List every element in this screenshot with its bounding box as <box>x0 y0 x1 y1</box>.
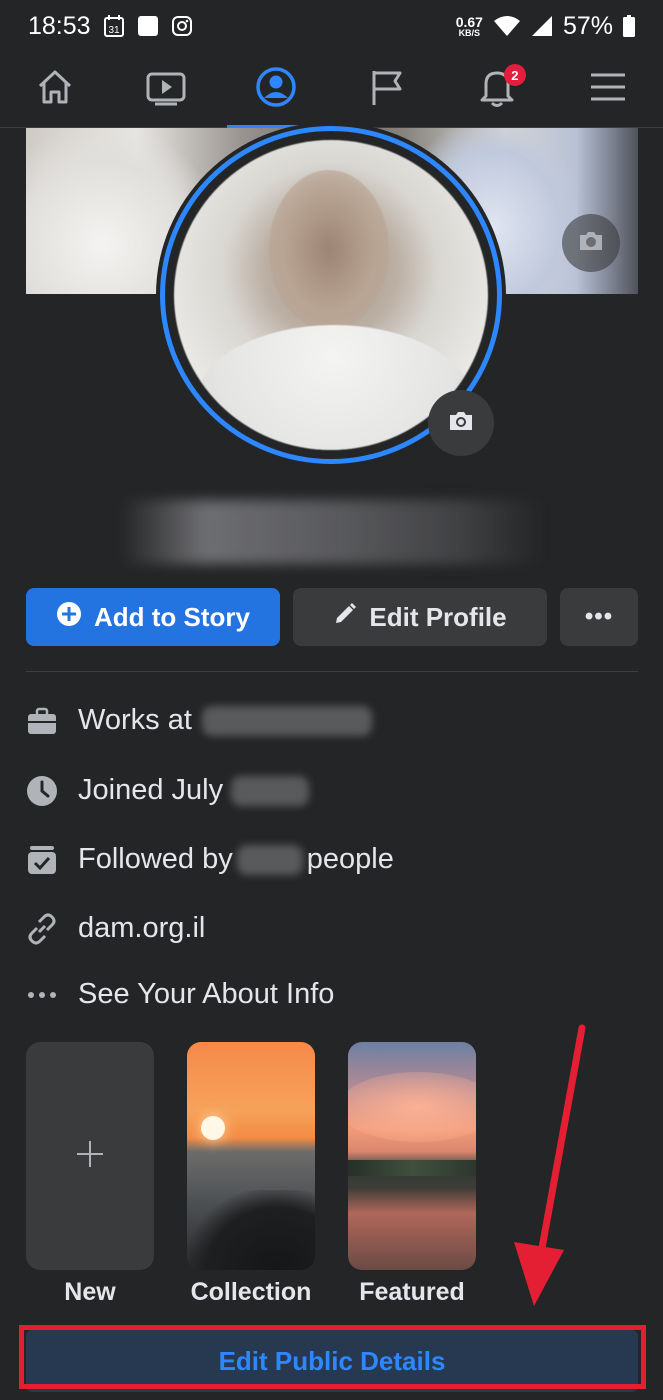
nav-watch[interactable] <box>111 52 222 127</box>
annotation-highlight-box <box>19 1325 646 1389</box>
edit-cover-button[interactable] <box>562 214 620 272</box>
nav-notifications[interactable]: 2 <box>442 52 553 127</box>
profile-actions: Add to Story Edit Profile ••• <box>26 588 638 646</box>
highlight-featured[interactable]: Featured <box>348 1042 476 1307</box>
edit-avatar-button[interactable] <box>428 390 494 456</box>
pages-icon <box>368 67 406 112</box>
nav-pages[interactable] <box>332 52 443 127</box>
info-website[interactable]: dam.org.il <box>26 912 638 945</box>
add-to-story-label: Add to Story <box>94 601 250 632</box>
watch-icon <box>145 67 187 112</box>
clock-icon <box>26 775 58 807</box>
highlight-label: New <box>64 1278 116 1306</box>
followers-icon <box>26 844 58 876</box>
followed-by-suffix: people <box>306 843 394 875</box>
briefcase-icon <box>26 705 58 737</box>
edit-profile-label: Edit Profile <box>369 601 507 632</box>
more-dots-icon: ••• <box>584 603 614 630</box>
highlight-featured-thumb <box>348 1042 476 1270</box>
highlight-new[interactable]: New <box>26 1042 154 1307</box>
plus-circle-icon <box>56 601 82 634</box>
app-square-icon <box>137 15 159 37</box>
highlight-label: Collection <box>190 1278 312 1306</box>
more-dots-icon <box>26 979 58 1011</box>
follower-count-blurred <box>236 844 303 875</box>
edit-profile-button[interactable]: Edit Profile <box>293 588 547 646</box>
pencil-icon <box>333 602 357 633</box>
highlight-new-thumb <box>26 1042 154 1270</box>
nav-menu[interactable] <box>553 52 663 127</box>
add-to-story-button[interactable]: Add to Story <box>26 588 280 646</box>
more-options-button[interactable]: ••• <box>560 588 638 646</box>
works-at-blurred <box>201 705 372 736</box>
info-see-about[interactable]: See Your About Info <box>26 978 638 1011</box>
home-icon <box>35 67 75 112</box>
top-nav: 2 <box>0 52 663 128</box>
divider <box>26 671 638 672</box>
nav-profile[interactable] <box>221 52 332 128</box>
info-joined: Joined July <box>26 774 638 807</box>
camera-icon <box>447 409 475 438</box>
highlight-collection-thumb <box>187 1042 315 1270</box>
profile-name-blurred <box>120 500 543 564</box>
info-followed-by: Followed by people <box>26 843 638 876</box>
signal-icon <box>531 15 553 37</box>
joined-year-blurred <box>231 775 310 806</box>
plus-icon <box>75 1139 105 1174</box>
menu-icon <box>589 71 627 108</box>
status-time: 18:53 <box>28 11 91 40</box>
svg-text:31: 31 <box>108 25 120 36</box>
camera-icon <box>577 229 605 258</box>
highlight-collection[interactable]: Collection <box>187 1042 315 1307</box>
battery-icon <box>623 15 635 37</box>
wifi-icon <box>493 15 521 37</box>
highlight-label: Featured <box>359 1278 465 1306</box>
annotation-arrow <box>514 1024 586 1306</box>
joined-label: Joined July <box>78 774 224 806</box>
profile-icon <box>255 66 297 113</box>
battery-percent: 57% <box>562 11 613 40</box>
nav-home[interactable] <box>0 52 111 127</box>
see-about-label: See Your About Info <box>78 978 335 1010</box>
instagram-icon <box>171 15 193 37</box>
net-speed: 0.67 KB/S <box>455 13 483 38</box>
works-at-label: Works at <box>78 704 192 736</box>
calendar-icon: 31 <box>103 14 125 38</box>
info-works-at: Works at <box>26 704 638 737</box>
notification-badge: 2 <box>503 64 526 86</box>
link-icon <box>26 913 58 945</box>
status-bar: 18:53 31 0.67 KB/S 57% <box>0 0 663 52</box>
website-link[interactable]: dam.org.il <box>78 912 205 945</box>
followed-by-label: Followed by <box>78 843 233 875</box>
